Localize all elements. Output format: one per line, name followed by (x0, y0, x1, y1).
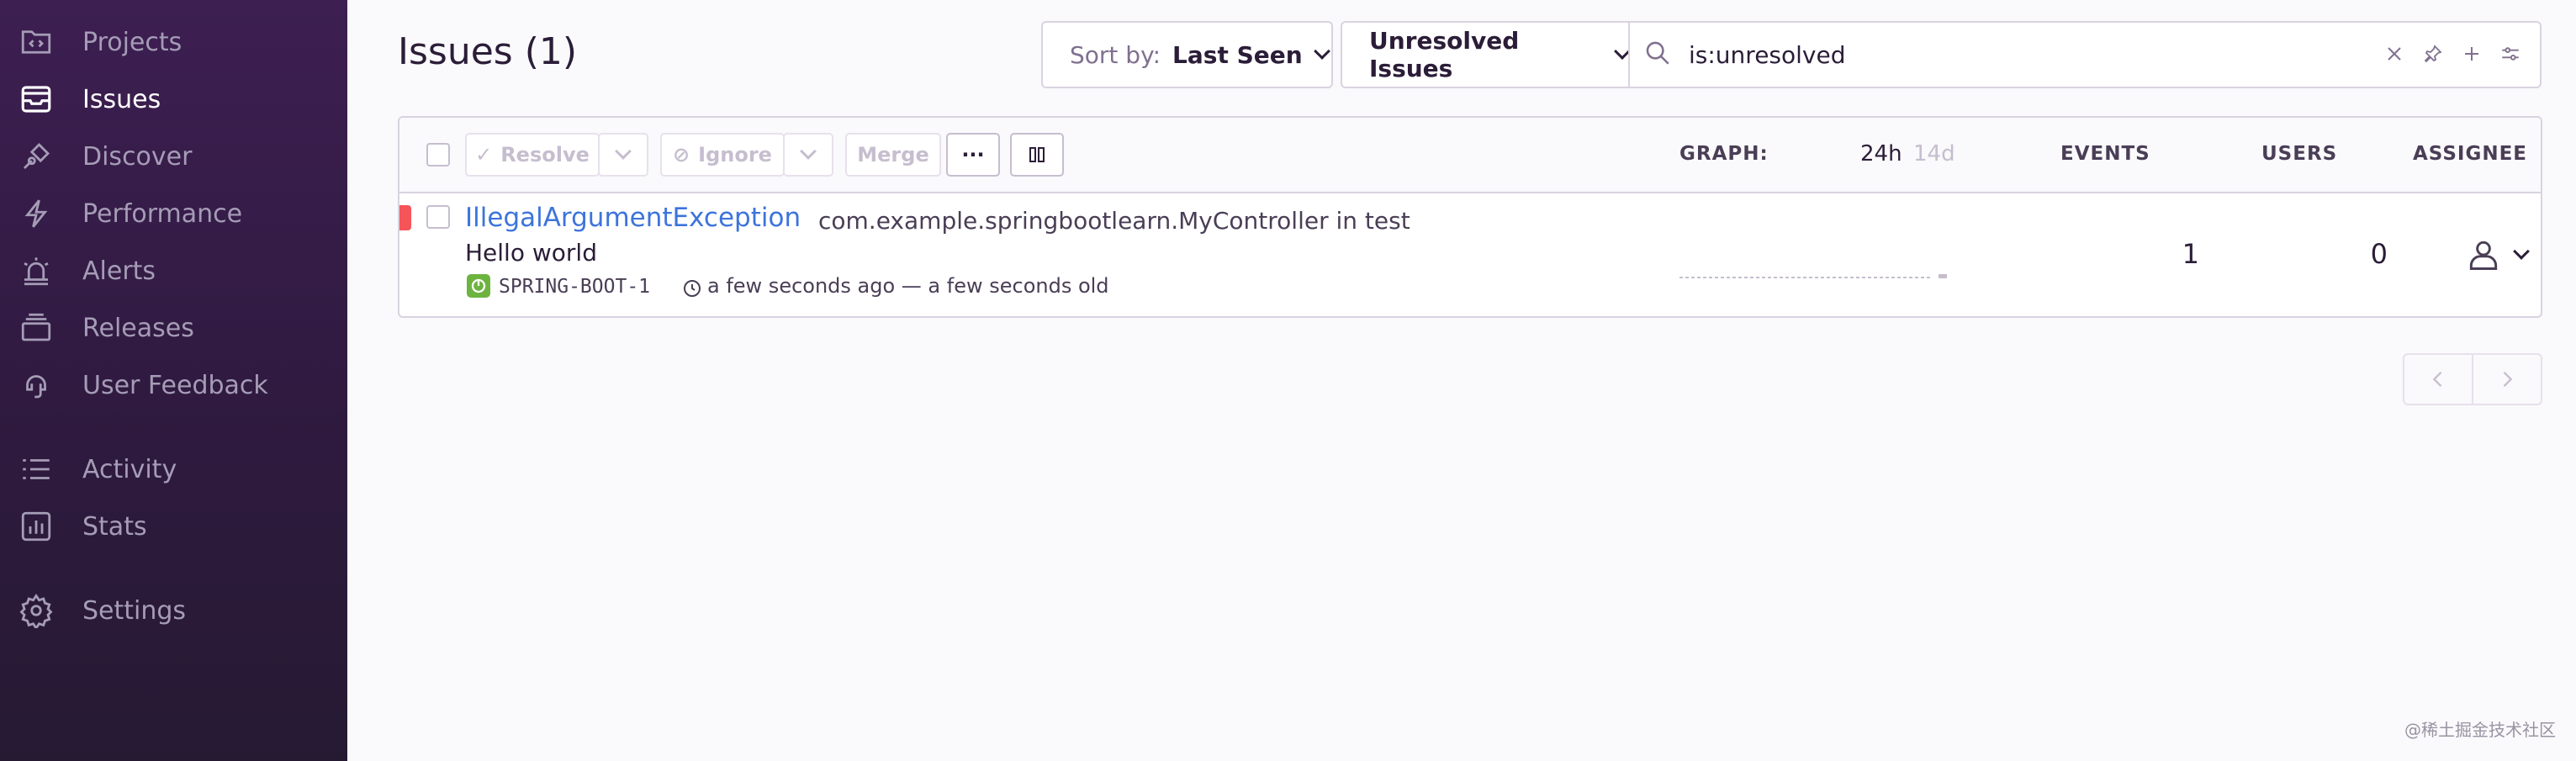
ellipsis-icon: ··· (961, 143, 985, 166)
ignore-button[interactable]: ⊘ Ignore (660, 133, 785, 177)
ignore-icon: ⊘ (673, 143, 690, 166)
user-feedback-icon (17, 366, 56, 404)
issue-times: a few seconds ago — a few seconds old (707, 274, 1109, 298)
releases-icon (17, 309, 56, 347)
chevron-down-icon (2513, 243, 2530, 260)
pin-icon[interactable] (2420, 41, 2446, 66)
issue-title-link[interactable]: IllegalArgumentException (465, 203, 801, 233)
sidebar-item-activity[interactable]: Activity (17, 444, 336, 494)
ignore-dropdown[interactable] (783, 133, 833, 177)
resolve-dropdown[interactable] (598, 133, 648, 177)
sidebar-item-label: Stats (82, 511, 147, 542)
sidebar-item-alerts[interactable]: Alerts (17, 246, 336, 296)
clock-icon (684, 280, 701, 297)
stats-icon (17, 507, 56, 546)
period-14d[interactable]: 14d (1913, 141, 1955, 166)
more-actions-button[interactable]: ··· (946, 133, 1000, 177)
search-input[interactable] (1689, 40, 2345, 69)
sidebar-item-label: Issues (82, 84, 161, 114)
chevron-down-icon (800, 143, 817, 160)
resolve-label: Resolve (500, 143, 590, 166)
sidebar-item-label: Settings (82, 595, 187, 626)
sort-label: Sort by: (1070, 40, 1161, 69)
issue-checkbox[interactable] (426, 205, 450, 229)
sidebar-item-label: Projects (82, 27, 182, 57)
events-header: EVENTS (2060, 143, 2150, 165)
sidebar-item-label: User Feedback (82, 370, 268, 400)
sidebar-item-projects[interactable]: Projects (17, 17, 336, 67)
merge-label: Merge (857, 143, 929, 166)
assignee-selector[interactable] (2443, 234, 2530, 276)
chevron-left-icon (2432, 372, 2442, 387)
sidebar-item-discover[interactable]: Discover (17, 131, 336, 182)
sidebar-item-releases[interactable]: Releases (17, 303, 336, 353)
sidebar-item-label: Alerts (82, 256, 156, 286)
graph-header: GRAPH: (1679, 143, 1769, 165)
chevron-down-icon (615, 143, 632, 160)
activity-icon (17, 450, 56, 489)
issue-culprit: com.example.springbootlearn.MyController… (818, 207, 1410, 235)
period-24h[interactable]: 24h (1860, 141, 1902, 166)
issue-users-count[interactable]: 0 (2304, 238, 2388, 270)
sort-value: Last Seen (1172, 40, 1303, 69)
search-icon (1643, 39, 1672, 71)
sidebar-item-issues[interactable]: Issues (17, 74, 336, 124)
sidebar-item-label: Activity (82, 454, 177, 484)
next-page-button[interactable] (2472, 353, 2542, 405)
issue-short-id[interactable]: SPRING-BOOT-1 (499, 276, 650, 298)
select-all-checkbox[interactable] (426, 143, 450, 166)
assignee-header: ASSIGNEE (2413, 143, 2528, 165)
previous-page-button[interactable] (2403, 353, 2473, 405)
columns-icon (1029, 147, 1045, 162)
issue-message: Hello world (465, 239, 597, 267)
resolve-button[interactable]: ✓ Resolve (465, 133, 600, 177)
issue-list-toolbar: ✓ Resolve ⊘ Ignore Merge ··· GRAPH: 24h … (399, 118, 2541, 193)
sort-dropdown[interactable]: Sort by: Last Seen (1041, 21, 1333, 88)
clear-search-icon[interactable] (2382, 41, 2407, 66)
page-title: Issues (1) (398, 30, 578, 73)
watermark: @稀土掘金技术社区 (2404, 720, 2556, 740)
sidebar-item-performance[interactable]: Performance (17, 188, 336, 239)
user-icon (2469, 240, 2498, 270)
alerts-icon (17, 251, 56, 290)
settings-icon (17, 591, 56, 630)
issue-list-panel: ✓ Resolve ⊘ Ignore Merge ··· GRAPH: 24h … (398, 116, 2542, 318)
projects-icon (17, 23, 56, 61)
sidebar: Projects Issues Discover Performance Ale… (0, 0, 347, 761)
sidebar-item-settings[interactable]: Settings (17, 585, 336, 636)
saved-search-label: Unresolved Issues (1369, 27, 1520, 82)
project-icon (467, 274, 490, 298)
search-bar (1628, 21, 2542, 88)
issue-events-count[interactable]: 1 (2115, 238, 2199, 270)
merge-button[interactable]: Merge (845, 133, 941, 177)
ignore-label: Ignore (698, 143, 772, 166)
chevron-right-icon (2503, 372, 2513, 387)
sidebar-item-user-feedback[interactable]: User Feedback (17, 360, 336, 410)
toggle-columns-button[interactable] (1010, 133, 1064, 177)
performance-icon (17, 194, 56, 233)
check-icon: ✓ (475, 143, 493, 166)
issues-icon (17, 80, 56, 119)
add-icon[interactable] (2459, 41, 2484, 66)
sidebar-item-label: Releases (82, 313, 194, 343)
chevron-down-icon (1313, 43, 1330, 60)
severity-indicator (399, 205, 411, 230)
saved-search-dropdown[interactable]: Unresolved Issues (1341, 21, 1631, 88)
sidebar-item-label: Performance (82, 198, 243, 229)
users-header: USERS (2261, 143, 2338, 165)
sidebar-item-stats[interactable]: Stats (17, 501, 336, 552)
event-sparkline (1679, 274, 1947, 278)
sliders-icon[interactable] (2498, 41, 2523, 66)
discover-icon (17, 137, 56, 176)
sidebar-item-label: Discover (82, 141, 193, 172)
